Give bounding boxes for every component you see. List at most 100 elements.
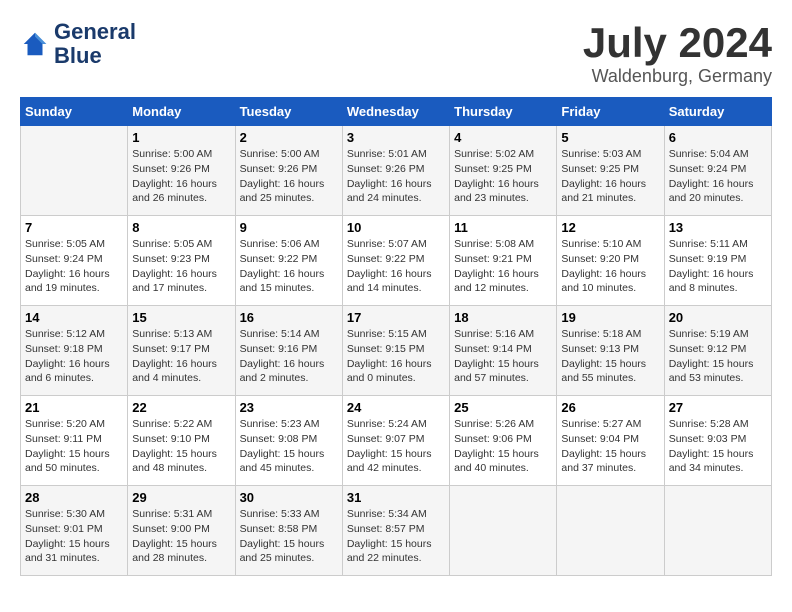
day-number: 4 — [454, 130, 552, 145]
day-number: 25 — [454, 400, 552, 415]
day-number: 29 — [132, 490, 230, 505]
day-number: 9 — [240, 220, 338, 235]
logo-icon — [20, 29, 50, 59]
calendar-week-row: 7 Sunrise: 5:05 AM Sunset: 9:24 PM Daylig… — [21, 216, 772, 306]
calendar-cell: 19 Sunrise: 5:18 AM Sunset: 9:13 PM Dayli… — [557, 306, 664, 396]
day-info: Sunrise: 5:05 AM Sunset: 9:23 PM Dayligh… — [132, 237, 230, 296]
day-info: Sunrise: 5:20 AM Sunset: 9:11 PM Dayligh… — [25, 417, 123, 476]
weekday-header: Thursday — [450, 98, 557, 126]
calendar-cell: 25Sunrise: 5:26 AM Sunset: 9:06 PM Dayli… — [450, 396, 557, 486]
calendar-cell — [450, 486, 557, 576]
weekday-header-row: SundayMondayTuesdayWednesdayThursdayFrid… — [21, 98, 772, 126]
day-number: 1 — [132, 130, 230, 145]
day-info: Sunrise: 5:00 AM Sunset: 9:26 PM Dayligh… — [132, 147, 230, 206]
calendar-cell — [21, 126, 128, 216]
day-number: 10 — [347, 220, 445, 235]
day-info: Sunrise: 5:18 AM Sunset: 9:13 PM Dayligh… — [561, 327, 659, 386]
calendar-week-row: 1 Sunrise: 5:00 AM Sunset: 9:26 PM Daylig… — [21, 126, 772, 216]
day-number: 21 — [25, 400, 123, 415]
weekday-header: Sunday — [21, 98, 128, 126]
calendar-cell: 8Sunrise: 5:05 AM Sunset: 9:23 PM Daylig… — [128, 216, 235, 306]
calendar-cell: 21 Sunrise: 5:20 AM Sunset: 9:11 PM Dayli… — [21, 396, 128, 486]
calendar-cell: 30 Sunrise: 5:33 AM Sunset: 8:58 PM Dayli… — [235, 486, 342, 576]
calendar-cell: 2 Sunrise: 5:00 AM Sunset: 9:26 PM Daylig… — [235, 126, 342, 216]
calendar-cell: 5 Sunrise: 5:03 AM Sunset: 9:25 PM Daylig… — [557, 126, 664, 216]
day-number: 5 — [561, 130, 659, 145]
weekday-header: Wednesday — [342, 98, 449, 126]
calendar-cell: 15Sunrise: 5:13 AM Sunset: 9:17 PM Dayli… — [128, 306, 235, 396]
day-info: Sunrise: 5:00 AM Sunset: 9:26 PM Dayligh… — [240, 147, 338, 206]
day-number: 31 — [347, 490, 445, 505]
calendar-cell: 1 Sunrise: 5:00 AM Sunset: 9:26 PM Daylig… — [128, 126, 235, 216]
calendar-cell: 22Sunrise: 5:22 AM Sunset: 9:10 PM Dayli… — [128, 396, 235, 486]
day-number: 28 — [25, 490, 123, 505]
day-number: 19 — [561, 310, 659, 325]
day-info: Sunrise: 5:01 AM Sunset: 9:26 PM Dayligh… — [347, 147, 445, 206]
calendar-cell — [664, 486, 771, 576]
day-number: 7 — [25, 220, 123, 235]
calendar-cell: 17Sunrise: 5:15 AM Sunset: 9:15 PM Dayli… — [342, 306, 449, 396]
calendar-cell: 9 Sunrise: 5:06 AM Sunset: 9:22 PM Daylig… — [235, 216, 342, 306]
day-info: Sunrise: 5:22 AM Sunset: 9:10 PM Dayligh… — [132, 417, 230, 476]
calendar-cell: 14 Sunrise: 5:12 AM Sunset: 9:18 PM Dayli… — [21, 306, 128, 396]
day-info: Sunrise: 5:34 AM Sunset: 8:57 PM Dayligh… — [347, 507, 445, 566]
title-block: July 2024 Waldenburg, Germany — [583, 20, 772, 87]
day-number: 6 — [669, 130, 767, 145]
day-info: Sunrise: 5:04 AM Sunset: 9:24 PM Dayligh… — [669, 147, 767, 206]
page-header: General Blue July 2024 Waldenburg, Germa… — [20, 20, 772, 87]
day-number: 16 — [240, 310, 338, 325]
day-info: Sunrise: 5:24 AM Sunset: 9:07 PM Dayligh… — [347, 417, 445, 476]
calendar-cell: 24 Sunrise: 5:24 AM Sunset: 9:07 PM Dayli… — [342, 396, 449, 486]
calendar-cell — [557, 486, 664, 576]
weekday-header: Monday — [128, 98, 235, 126]
day-number: 23 — [240, 400, 338, 415]
location: Waldenburg, Germany — [583, 66, 772, 87]
day-info: Sunrise: 5:12 AM Sunset: 9:18 PM Dayligh… — [25, 327, 123, 386]
day-info: Sunrise: 5:10 AM Sunset: 9:20 PM Dayligh… — [561, 237, 659, 296]
calendar-cell: 31 Sunrise: 5:34 AM Sunset: 8:57 PM Dayli… — [342, 486, 449, 576]
calendar-cell: 11Sunrise: 5:08 AM Sunset: 9:21 PM Dayli… — [450, 216, 557, 306]
day-info: Sunrise: 5:33 AM Sunset: 8:58 PM Dayligh… — [240, 507, 338, 566]
day-info: Sunrise: 5:13 AM Sunset: 9:17 PM Dayligh… — [132, 327, 230, 386]
calendar-cell: 26 Sunrise: 5:27 AM Sunset: 9:04 PM Dayli… — [557, 396, 664, 486]
day-number: 12 — [561, 220, 659, 235]
day-number: 26 — [561, 400, 659, 415]
logo: General Blue — [20, 20, 136, 68]
calendar-cell: 3Sunrise: 5:01 AM Sunset: 9:26 PM Daylig… — [342, 126, 449, 216]
day-number: 27 — [669, 400, 767, 415]
day-info: Sunrise: 5:30 AM Sunset: 9:01 PM Dayligh… — [25, 507, 123, 566]
calendar-cell: 16Sunrise: 5:14 AM Sunset: 9:16 PM Dayli… — [235, 306, 342, 396]
day-number: 14 — [25, 310, 123, 325]
day-number: 24 — [347, 400, 445, 415]
calendar-week-row: 28 Sunrise: 5:30 AM Sunset: 9:01 PM Dayli… — [21, 486, 772, 576]
calendar-cell: 10 Sunrise: 5:07 AM Sunset: 9:22 PM Dayli… — [342, 216, 449, 306]
day-info: Sunrise: 5:06 AM Sunset: 9:22 PM Dayligh… — [240, 237, 338, 296]
logo-line1: General — [54, 20, 136, 44]
calendar-cell: 7 Sunrise: 5:05 AM Sunset: 9:24 PM Daylig… — [21, 216, 128, 306]
day-info: Sunrise: 5:23 AM Sunset: 9:08 PM Dayligh… — [240, 417, 338, 476]
day-info: Sunrise: 5:08 AM Sunset: 9:21 PM Dayligh… — [454, 237, 552, 296]
logo-line2: Blue — [54, 44, 136, 68]
calendar-cell: 12 Sunrise: 5:10 AM Sunset: 9:20 PM Dayli… — [557, 216, 664, 306]
day-info: Sunrise: 5:02 AM Sunset: 9:25 PM Dayligh… — [454, 147, 552, 206]
calendar-cell: 6 Sunrise: 5:04 AM Sunset: 9:24 PM Daylig… — [664, 126, 771, 216]
day-info: Sunrise: 5:03 AM Sunset: 9:25 PM Dayligh… — [561, 147, 659, 206]
day-number: 18 — [454, 310, 552, 325]
day-info: Sunrise: 5:19 AM Sunset: 9:12 PM Dayligh… — [669, 327, 767, 386]
month-title: July 2024 — [583, 20, 772, 66]
calendar-cell: 29Sunrise: 5:31 AM Sunset: 9:00 PM Dayli… — [128, 486, 235, 576]
day-number: 20 — [669, 310, 767, 325]
day-info: Sunrise: 5:27 AM Sunset: 9:04 PM Dayligh… — [561, 417, 659, 476]
day-info: Sunrise: 5:15 AM Sunset: 9:15 PM Dayligh… — [347, 327, 445, 386]
calendar-cell: 23 Sunrise: 5:23 AM Sunset: 9:08 PM Dayli… — [235, 396, 342, 486]
day-number: 30 — [240, 490, 338, 505]
calendar-cell: 20 Sunrise: 5:19 AM Sunset: 9:12 PM Dayli… — [664, 306, 771, 396]
day-info: Sunrise: 5:05 AM Sunset: 9:24 PM Dayligh… — [25, 237, 123, 296]
day-number: 2 — [240, 130, 338, 145]
calendar-cell: 28 Sunrise: 5:30 AM Sunset: 9:01 PM Dayli… — [21, 486, 128, 576]
day-info: Sunrise: 5:07 AM Sunset: 9:22 PM Dayligh… — [347, 237, 445, 296]
calendar-week-row: 21 Sunrise: 5:20 AM Sunset: 9:11 PM Dayli… — [21, 396, 772, 486]
calendar-cell: 18Sunrise: 5:16 AM Sunset: 9:14 PM Dayli… — [450, 306, 557, 396]
weekday-header: Tuesday — [235, 98, 342, 126]
day-info: Sunrise: 5:28 AM Sunset: 9:03 PM Dayligh… — [669, 417, 767, 476]
